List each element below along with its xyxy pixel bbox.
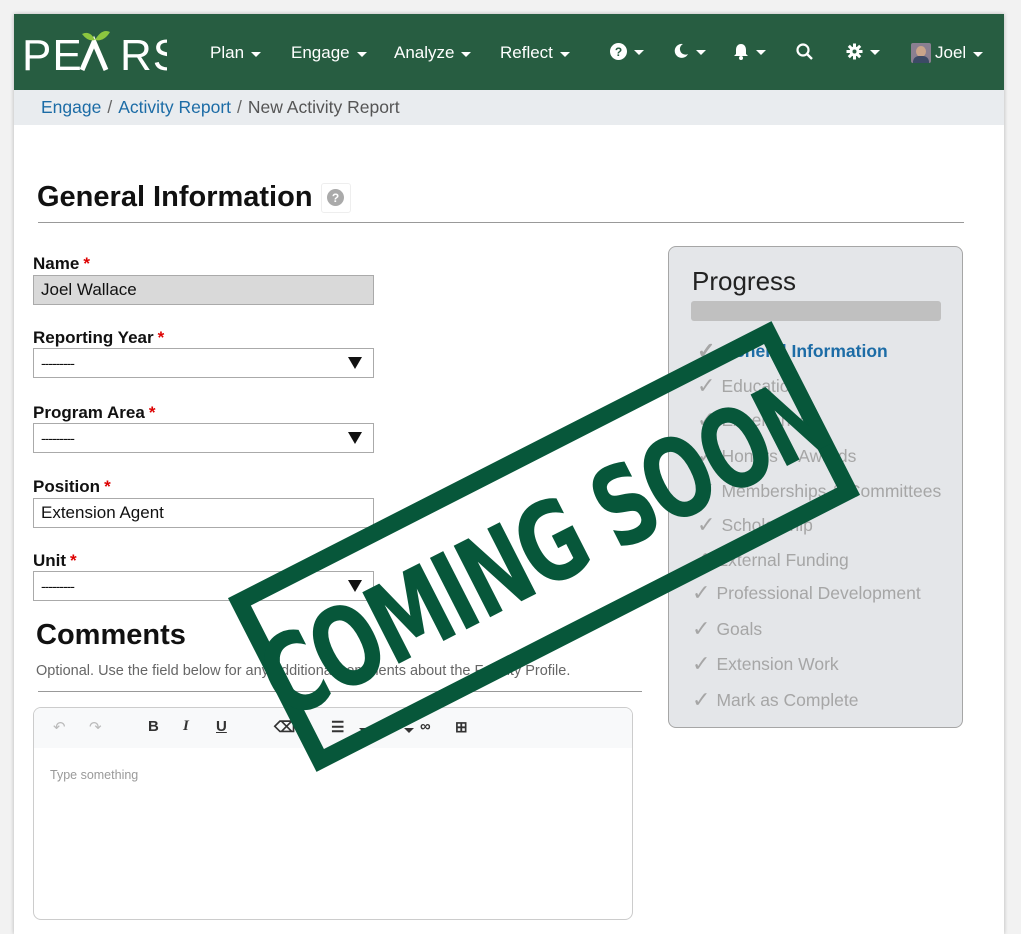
gear-icon <box>846 43 863 60</box>
page-title: General Information ? <box>37 181 351 214</box>
progress-bar <box>691 301 941 321</box>
help-icon: ? <box>610 43 627 60</box>
user-menu[interactable]: Joel <box>911 43 984 63</box>
chevron-down-icon <box>870 50 880 55</box>
breadcrumb: Engage / Activity Report / New Activity … <box>14 90 1004 125</box>
question-icon: ? <box>327 189 345 206</box>
program-area-select[interactable]: --------- <box>33 423 374 453</box>
nav-reflect[interactable]: Reflect <box>500 43 570 63</box>
check-icon: ✓ <box>692 616 711 641</box>
italic-icon[interactable]: I <box>183 718 189 735</box>
reporting-year-select[interactable]: --------- <box>33 348 374 378</box>
nav-plan[interactable]: Plan <box>210 43 262 63</box>
chevron-down-icon <box>356 51 367 57</box>
unit-label: Unit * <box>33 551 77 570</box>
name-field[interactable]: Joel Wallace <box>33 275 374 305</box>
svg-text:RS: RS <box>120 31 167 78</box>
svg-text:?: ? <box>615 45 622 59</box>
settings-menu[interactable] <box>846 43 880 60</box>
help-menu[interactable]: ? <box>610 43 644 60</box>
nav-analyze[interactable]: Analyze <box>394 43 472 63</box>
chevron-down-icon[interactable] <box>404 728 414 733</box>
step-professional-development[interactable]: ✓ Professional Development <box>692 580 921 606</box>
check-icon: ✓ <box>692 580 711 605</box>
check-icon: ✓ <box>692 651 711 676</box>
breadcrumb-activity-report[interactable]: Activity Report <box>118 97 231 118</box>
chevron-down-icon <box>559 51 570 57</box>
step-mark-as-complete[interactable]: ✓ Mark as Complete <box>692 687 858 713</box>
dropdown-arrow-icon <box>348 432 362 444</box>
step-extension-work[interactable]: ✓ Extension Work <box>692 651 839 677</box>
divider <box>38 222 964 223</box>
search-icon <box>796 43 813 60</box>
top-navbar: PE RS Plan Engage Analyze Reflect ? <box>14 14 1004 90</box>
program-area-label: Program Area * <box>33 403 156 422</box>
nav-engage[interactable]: Engage <box>291 43 367 63</box>
svg-text:PE: PE <box>22 31 83 78</box>
reporting-year-label: Reporting Year * <box>33 328 165 347</box>
editor-placeholder: Type something <box>50 768 139 782</box>
breadcrumb-current: New Activity Report <box>247 97 400 117</box>
name-label: Name * <box>33 254 90 273</box>
chevron-down-icon <box>634 50 644 55</box>
position-field[interactable]: Extension Agent <box>33 498 374 528</box>
undo-icon[interactable]: ↶ <box>53 718 66 736</box>
underline-icon[interactable]: U <box>216 718 227 735</box>
avatar <box>911 43 931 63</box>
chevron-down-icon <box>973 51 984 57</box>
bell-icon <box>734 44 748 60</box>
position-label: Position * <box>33 477 111 496</box>
step-goals[interactable]: ✓ Goals <box>692 616 762 642</box>
moon-icon <box>674 43 688 58</box>
check-icon: ✓ <box>692 687 711 712</box>
chevron-down-icon <box>756 50 766 55</box>
chevron-down-icon <box>696 49 706 55</box>
dropdown-arrow-icon <box>348 357 362 369</box>
redo-icon[interactable]: ↷ <box>89 718 102 736</box>
user-name: Joel <box>935 43 967 62</box>
search-button[interactable] <box>796 43 813 60</box>
bold-icon[interactable]: B <box>148 718 159 735</box>
comments-title: Comments <box>36 619 186 651</box>
help-button[interactable]: ? <box>320 182 351 213</box>
theme-menu[interactable] <box>673 43 706 59</box>
page-frame: PE RS Plan Engage Analyze Reflect ? <box>14 14 1004 934</box>
progress-title: Progress <box>692 266 797 296</box>
breadcrumb-engage[interactable]: Engage <box>41 97 101 118</box>
link-icon[interactable]: ∞ <box>420 718 431 735</box>
notifications-menu[interactable] <box>733 43 766 60</box>
chevron-down-icon <box>461 51 472 57</box>
table-icon[interactable]: ⊞ <box>455 718 468 736</box>
chevron-down-icon <box>251 51 262 57</box>
